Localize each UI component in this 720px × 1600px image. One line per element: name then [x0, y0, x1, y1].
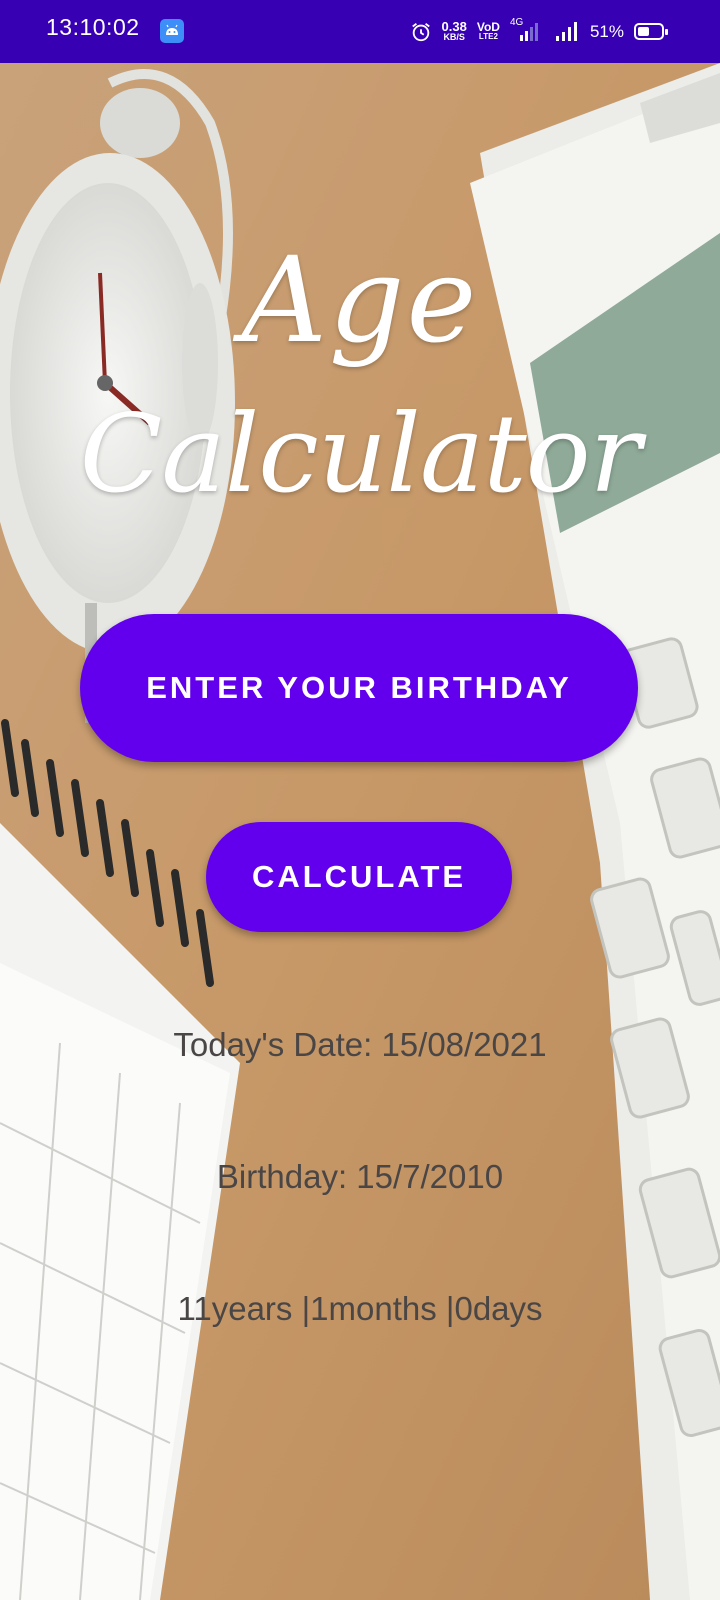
- android-debug-icon: [160, 19, 184, 43]
- todays-date-text: Today's Date: 15/08/2021: [173, 1026, 547, 1063]
- battery-fill: [638, 27, 649, 36]
- network-speed: 0.38 KB/S: [442, 20, 467, 43]
- battery-icon: [634, 23, 668, 40]
- signal-4g-icon: 4G: [510, 17, 544, 43]
- network-speed-unit: KB/S: [443, 31, 465, 42]
- birthday-text: Birthday: 15/7/2010: [216, 1158, 504, 1195]
- battery-percent: 51%: [589, 21, 624, 41]
- status-time: 13:10:02: [46, 14, 140, 40]
- age-result-text: 11years |1months |0days: [177, 1290, 543, 1327]
- status-bar: 13:10:02 0.38 KB/S VoD LTE2 4G 51%: [0, 0, 720, 63]
- signal-strength-icon: [554, 21, 580, 43]
- app-title-line2: Calculator: [79, 392, 642, 517]
- alarm-clock-icon: [410, 21, 432, 43]
- volte-indicator: VoD LTE2: [477, 21, 500, 42]
- volte-sub-label: LTE2: [478, 31, 498, 41]
- app-title-line1: Age: [241, 231, 479, 369]
- network-type-label: 4G: [509, 16, 524, 28]
- app-title: Age Calculator: [0, 230, 720, 530]
- calculate-button[interactable]: CALCULATE: [206, 822, 512, 932]
- enter-birthday-button[interactable]: ENTER YOUR BIRTHDAY: [80, 614, 638, 762]
